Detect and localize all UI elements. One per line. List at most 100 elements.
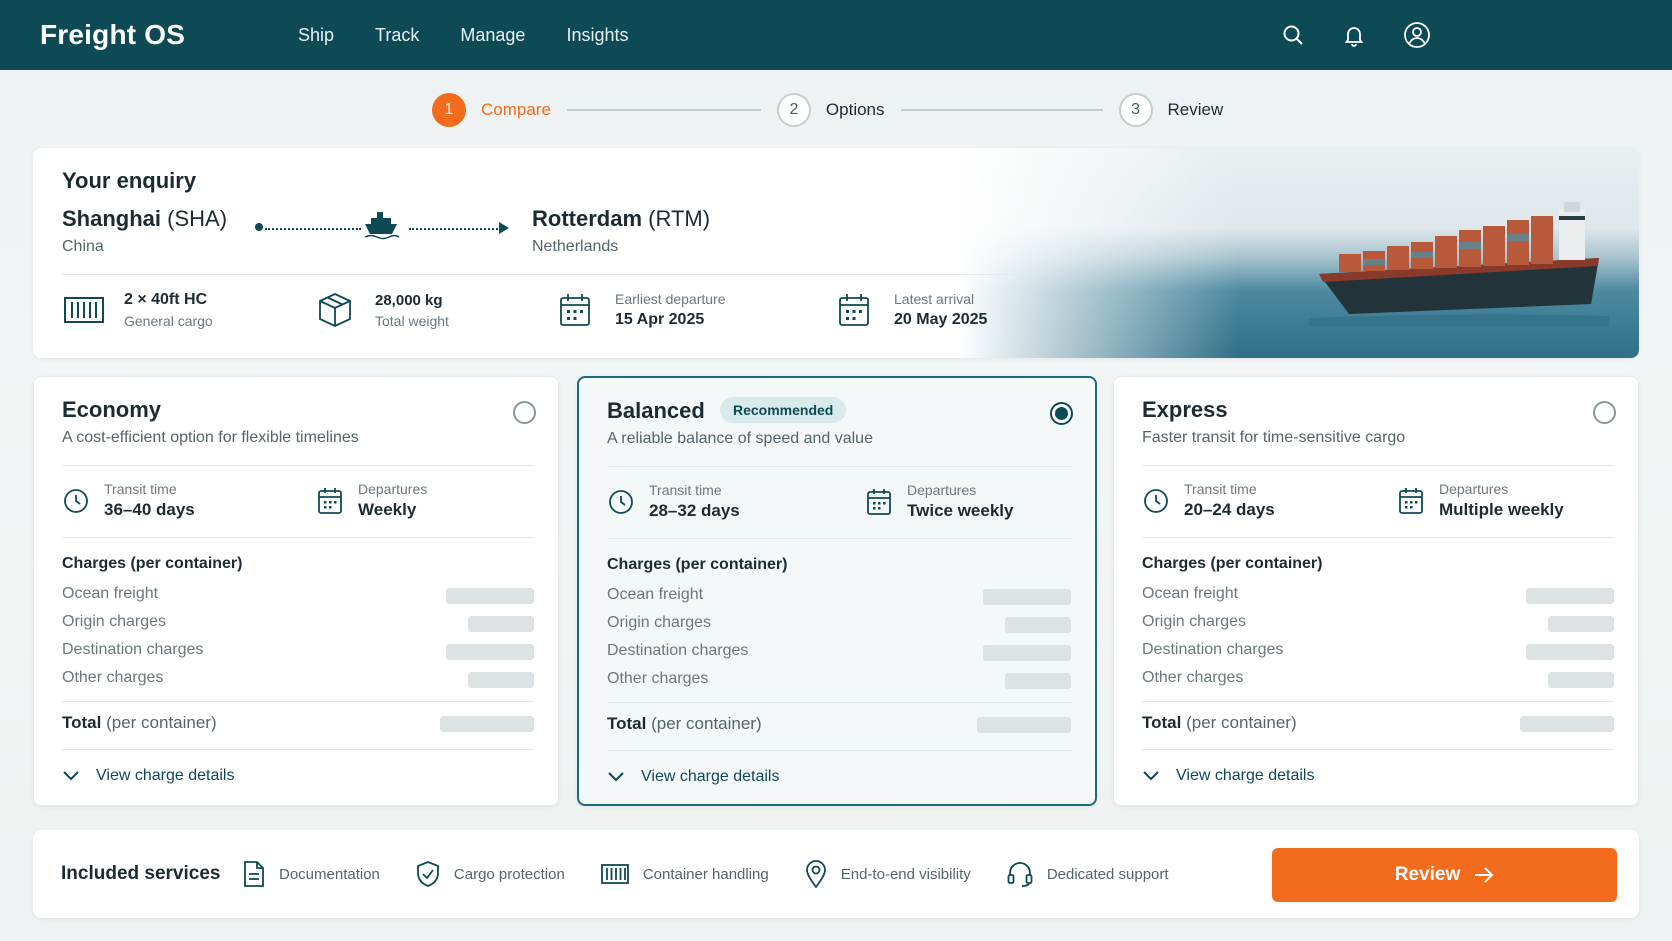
divider — [607, 538, 1071, 539]
enquiry-card: Your enquiry Shanghai (SHA) China Rotter… — [33, 148, 1639, 358]
nav-track[interactable]: Track — [375, 25, 419, 46]
origin-city: Shanghai (SHA) — [62, 206, 228, 231]
divider — [1142, 537, 1614, 538]
option-card-express[interactable]: Express Faster transit for time-sensitiv… — [1113, 376, 1639, 806]
charge-ocean-freight: Ocean freight — [62, 585, 159, 602]
step-3-label[interactable]: Review — [1168, 100, 1224, 120]
departure-date: 15 Apr 2025 — [615, 311, 705, 328]
price-placeholder — [1526, 588, 1614, 604]
review-button[interactable]: Review — [1272, 848, 1617, 902]
charge-other: Other charges — [1142, 669, 1244, 686]
option-card-balanced[interactable]: Balanced Recommended A reliable balance … — [577, 376, 1097, 806]
charges-title: Charges (per container) — [62, 555, 243, 572]
view-charge-details[interactable]: View charge details — [62, 767, 234, 785]
service-label: Cargo protection — [453, 865, 565, 883]
divider — [62, 701, 534, 702]
details-label: View charge details — [641, 768, 780, 785]
option-radio[interactable] — [1593, 401, 1616, 424]
total-label: Total (per container) — [607, 714, 762, 733]
step-connector — [900, 109, 1103, 111]
service-label: Container handling — [642, 865, 769, 883]
option-card-economy[interactable]: Economy A cost-efficient option for flex… — [33, 376, 559, 806]
service-label: End-to-end visibility — [840, 865, 971, 883]
departures-info: Departures Twice weekly — [865, 482, 1013, 521]
divider — [1142, 749, 1614, 750]
total-price-placeholder — [1520, 716, 1614, 732]
service-label: Dedicated support — [1046, 865, 1169, 883]
nav-insights[interactable]: Insights — [566, 25, 628, 46]
view-charge-details[interactable]: View charge details — [1142, 767, 1314, 785]
details-label: View charge details — [1176, 767, 1315, 784]
arrow-right-icon — [1475, 867, 1494, 883]
route-line — [265, 228, 361, 230]
departures-info: Departures Multiple weekly — [1397, 481, 1564, 520]
nav-ship[interactable]: Ship — [298, 25, 334, 46]
step-1-label[interactable]: Compare — [481, 100, 551, 120]
divider — [1142, 701, 1614, 702]
progress-stepper: 1 Compare 2 Options 3 Review — [432, 92, 1223, 128]
container-ship-illustration — [1309, 202, 1609, 326]
location-pin-icon — [805, 860, 826, 888]
transit-value: 20–24 days — [1184, 500, 1275, 519]
cargo-info: 2 × 40ft HC General cargo — [62, 290, 213, 330]
service-support: Dedicated support — [1007, 861, 1169, 887]
destination-city: Rotterdam (RTM) — [532, 206, 711, 231]
calendar-icon — [865, 488, 893, 516]
arrival-label: Latest arrival — [894, 291, 975, 307]
calendar-icon — [316, 487, 344, 515]
option-radio[interactable] — [513, 401, 536, 424]
chevron-down-icon — [63, 771, 79, 781]
user-icon[interactable] — [1402, 20, 1432, 50]
services-title: Included services — [61, 863, 221, 884]
transit-label: Transit time — [104, 481, 177, 497]
total-weight: 28,000 kg — [375, 291, 443, 309]
search-icon[interactable] — [1278, 20, 1308, 50]
bell-icon[interactable] — [1339, 20, 1369, 50]
option-description: Faster transit for time-sensitive cargo — [1142, 429, 1406, 446]
charge-destination: Destination charges — [1142, 641, 1284, 658]
departure-label: Earliest departure — [615, 291, 726, 307]
service-documentation: Documentation — [243, 861, 380, 887]
departures-label: Departures — [907, 482, 977, 498]
price-placeholder — [446, 644, 534, 660]
enquiry-title: Your enquiry — [62, 168, 197, 193]
clock-icon — [1142, 487, 1170, 515]
chevron-down-icon — [608, 772, 624, 782]
price-placeholder — [1005, 673, 1071, 689]
step-2-label[interactable]: Options — [826, 100, 885, 120]
transit-info: Transit time 20–24 days — [1142, 481, 1275, 520]
brand-logo[interactable]: Freight OS — [40, 19, 298, 51]
option-radio[interactable] — [1050, 402, 1073, 425]
step-3-circle[interactable]: 3 — [1118, 93, 1153, 127]
option-description: A reliable balance of speed and value — [607, 430, 873, 447]
view-charge-details[interactable]: View charge details — [607, 768, 779, 786]
transit-info: Transit time 36–40 days — [62, 481, 195, 520]
charge-destination: Destination charges — [62, 641, 204, 658]
step-1-circle[interactable]: 1 — [432, 93, 466, 127]
departures-info: Departures Weekly — [316, 481, 427, 520]
origin-country: China — [62, 238, 104, 255]
charges-title: Charges (per container) — [607, 556, 788, 573]
destination-country: Netherlands — [532, 238, 619, 255]
step-2-circle[interactable]: 2 — [776, 93, 811, 127]
option-name: Express — [1142, 397, 1228, 422]
hero-fade — [959, 148, 1239, 358]
total-price-placeholder — [440, 716, 534, 732]
divider — [62, 274, 1022, 275]
arrival-date: 20 May 2025 — [894, 311, 988, 328]
charge-ocean-freight: Ocean freight — [1142, 585, 1239, 602]
divider — [62, 465, 534, 466]
divider — [62, 537, 534, 538]
total-price-placeholder — [977, 717, 1071, 733]
weight-info: 28,000 kg Total weight — [313, 290, 449, 330]
box-icon — [313, 290, 357, 330]
charge-destination: Destination charges — [607, 642, 749, 659]
charge-other: Other charges — [62, 669, 164, 686]
top-nav: Freight OS Ship Track Manage Insights — [0, 0, 1672, 70]
departures-value: Weekly — [358, 500, 417, 519]
step-connector — [566, 109, 761, 111]
charge-origin: Origin charges — [607, 614, 712, 631]
nav-manage[interactable]: Manage — [460, 25, 525, 46]
route-line — [409, 228, 501, 230]
route-start-dot — [255, 223, 263, 231]
